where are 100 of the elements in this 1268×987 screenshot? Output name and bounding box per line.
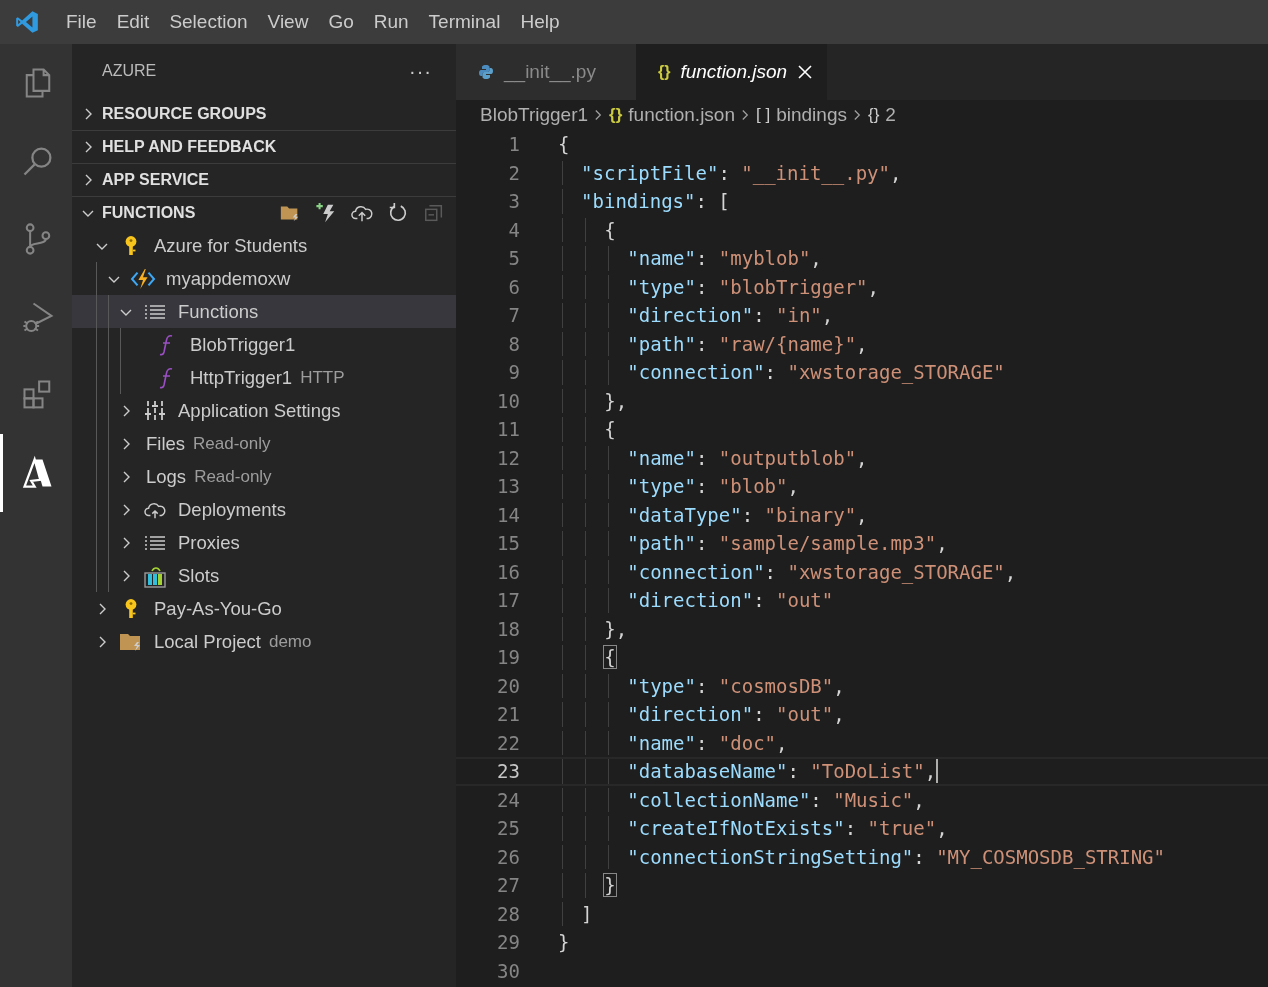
code-text: "name": "myblob", (627, 247, 822, 270)
code-text: "connection": "xwstorage_STORAGE", (627, 560, 1017, 583)
line-number: 7 (507, 304, 520, 327)
code-text: "databaseName": "ToDoList", (627, 760, 937, 783)
tree-item[interactable]: Local Project demo (72, 625, 456, 658)
tree-item[interactable]: Proxies (72, 526, 456, 559)
tree-item[interactable]: Azure for Students (72, 229, 456, 262)
breadcrumb-item[interactable]: bindings (776, 104, 847, 126)
menu-item[interactable]: File (56, 11, 107, 33)
tree-item[interactable]: myappdemoxw (72, 262, 456, 295)
code-text: "direction": "out" (627, 589, 834, 612)
tree-item[interactable]: Logs Read-only (72, 460, 456, 493)
editor-tab[interactable]: {} function.json (636, 44, 828, 100)
line-number: 9 (507, 361, 520, 384)
text-cursor (936, 759, 939, 784)
line-number: 27 (496, 874, 520, 897)
code-text: "bindings": [ (581, 190, 730, 213)
tree-item[interactable]: HttpTrigger1 HTTP (72, 361, 456, 394)
line-number: 17 (496, 589, 520, 612)
function-icon (159, 366, 175, 389)
code-text: "name": "outputblob", (627, 446, 868, 469)
code-text: "connection": "xwstorage_STORAGE" (627, 361, 1005, 384)
code-text: "name": "doc", (627, 731, 788, 754)
line-number: 12 (496, 446, 520, 469)
menu-item[interactable]: Terminal (418, 11, 511, 33)
line-number: 13 (496, 475, 520, 498)
tree-item[interactable]: Application Settings (72, 394, 456, 427)
tree-item[interactable]: Files Read-only (72, 427, 456, 460)
line-number: 19 (496, 646, 520, 669)
line-number: 10 (496, 389, 520, 412)
menu-item[interactable]: View (257, 11, 319, 33)
line-number: 14 (496, 503, 520, 526)
line-number: 20 (496, 674, 520, 697)
line-number: 6 (507, 275, 520, 298)
section-header[interactable]: RESOURCE GROUPS (72, 98, 456, 130)
tree-item[interactable]: Functions (72, 295, 456, 328)
section-header[interactable]: HELP AND FEEDBACK (72, 130, 456, 163)
code-text: { (604, 418, 616, 441)
breadcrumb-item[interactable]: 2 (885, 104, 896, 126)
code-text: "direction": "out", (627, 703, 845, 726)
code-text: { (604, 646, 616, 669)
python-file-icon (478, 64, 494, 80)
code-text: "createIfNotExists": "true", (627, 817, 948, 840)
menu-item[interactable]: Edit (106, 11, 160, 33)
line-number: 5 (507, 247, 520, 270)
function-icon (159, 333, 175, 356)
breadcrumb-symbol: {} (867, 105, 880, 125)
line-number: 29 (496, 931, 520, 954)
menu-item[interactable]: Selection (159, 11, 258, 33)
item-description: demo (268, 631, 312, 652)
close-icon[interactable] (797, 64, 814, 80)
code-text: "type": "blobTrigger", (627, 275, 879, 298)
breadcrumb-item[interactable]: function.json (628, 104, 735, 126)
line-number: 8 (507, 332, 520, 355)
line-number: 16 (496, 560, 520, 583)
line-number: 25 (496, 817, 520, 840)
code-text: "path": "raw/{name}", (627, 332, 868, 355)
code-text: }, (604, 389, 628, 412)
code-text: "path": "sample/sample.mp3", (627, 532, 948, 555)
line-number: 28 (496, 902, 520, 925)
line-number: 23 (496, 760, 520, 783)
code-text: { (558, 133, 570, 156)
menu-item[interactable]: Go (318, 11, 364, 33)
code-text: "collectionName": "Music", (627, 788, 925, 811)
code-text: { (604, 218, 616, 241)
vscode-logo-icon (14, 9, 40, 35)
menu-item[interactable]: Help (510, 11, 570, 33)
code-text: "scriptFile": "__init__.py", (581, 161, 902, 184)
item-description: Read-only (194, 466, 272, 487)
line-number: 26 (496, 845, 520, 868)
menu-item[interactable]: Run (363, 11, 419, 33)
line-number: 24 (496, 788, 520, 811)
settings-sliders-icon (144, 399, 166, 422)
breadcrumb-symbol: {} (609, 105, 623, 125)
section-header[interactable]: APP SERVICE (72, 163, 456, 196)
chevron-icon (741, 107, 750, 123)
code-text: "dataType": "binary", (627, 503, 868, 526)
code-text: "type": "blob", (627, 475, 799, 498)
more-actions-button[interactable]: ··· (409, 59, 432, 83)
item-description: Read-only (193, 433, 271, 454)
line-number: 3 (507, 190, 520, 213)
tree-item[interactable]: Deployments (72, 493, 456, 526)
line-number: 18 (496, 617, 520, 640)
chevron-icon (852, 107, 862, 123)
line-number: 15 (496, 532, 520, 555)
line-number: 21 (496, 703, 520, 726)
line-number: 11 (496, 418, 520, 441)
line-number: 1 (507, 133, 520, 156)
breadcrumb-symbol: [ ] (756, 105, 771, 125)
section-header[interactable]: FUNCTIONS (72, 196, 456, 229)
item-description: HTTP (300, 367, 345, 388)
line-number: 2 (507, 161, 520, 184)
breadcrumb-item[interactable]: BlobTrigger1 (480, 104, 589, 126)
line-number: 4 (507, 218, 520, 241)
code-text: }, (604, 617, 628, 640)
tree-item[interactable]: Pay-As-You-Go (72, 592, 456, 625)
editor-tab[interactable]: __init__.py (456, 44, 636, 100)
tree-item[interactable]: Slots (72, 559, 456, 592)
tree-item[interactable]: BlobTrigger1 (72, 328, 456, 361)
code-text: ] (581, 902, 593, 925)
